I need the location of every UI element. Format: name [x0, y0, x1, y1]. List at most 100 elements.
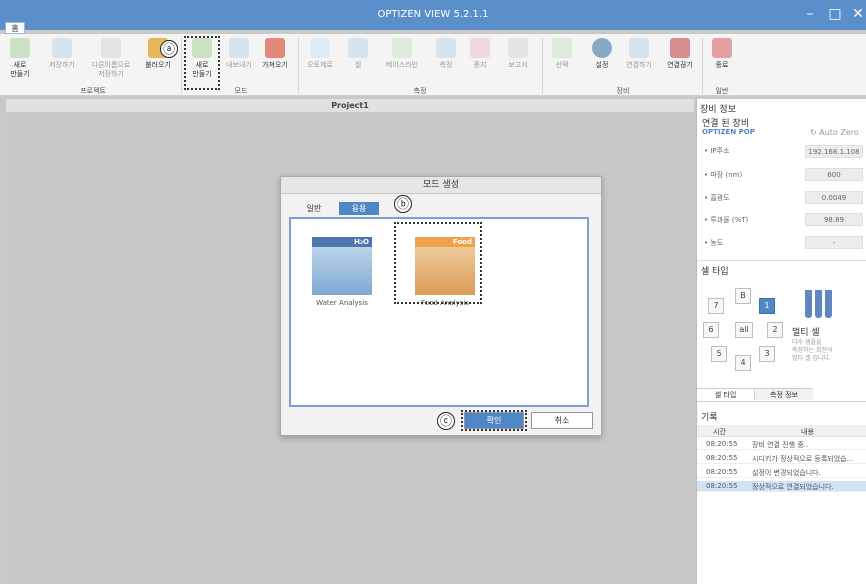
- cell-button-2[interactable]: 2: [767, 322, 783, 338]
- export-icon: [229, 38, 249, 58]
- multi-cell-icon: [805, 290, 835, 320]
- divider: [181, 38, 182, 94]
- absorbance-value: 0.0049: [805, 191, 863, 204]
- measure-button[interactable]: 측정: [432, 38, 460, 70]
- project-title: Project1: [6, 99, 694, 113]
- save-as-icon: [101, 38, 121, 58]
- disconnect-button[interactable]: 연결끊기: [662, 38, 698, 70]
- settings-button[interactable]: 설정: [590, 38, 614, 70]
- log-row[interactable]: 08:20:55 시디키가 정상적으로 등록되었습...: [697, 453, 866, 464]
- log-table-header: 시간 내용: [697, 425, 866, 437]
- tab-application[interactable]: 응용: [339, 202, 379, 215]
- exit-icon: [712, 38, 732, 58]
- globe-gear-icon: [592, 38, 612, 58]
- select-icon: [552, 38, 572, 58]
- divider: [298, 38, 299, 94]
- water-analysis-card[interactable]: H₂O Water Analysis: [297, 237, 387, 307]
- measure-icon: [436, 38, 456, 58]
- cell-button-1[interactable]: 1: [759, 298, 775, 314]
- dialog-title: 모드 생성: [281, 177, 601, 194]
- log-header: 기록: [701, 413, 718, 423]
- annotation-box-c: [461, 410, 527, 431]
- concentration-label: • 농도: [704, 239, 724, 247]
- close-icon[interactable]: ✕: [848, 4, 866, 24]
- cell-button-3[interactable]: 3: [759, 346, 775, 362]
- baseline-icon: [392, 38, 412, 58]
- cell-button-5[interactable]: 5: [711, 346, 727, 362]
- export-button[interactable]: 내보내기: [224, 38, 254, 70]
- multi-cell-title: 멀티 셀: [792, 328, 820, 338]
- group-general-label: 일반: [715, 87, 729, 95]
- wavelength-label: • 파장 (nm): [704, 171, 743, 179]
- group-device-label: 장비: [616, 87, 630, 95]
- log-row[interactable]: 08:20:55 장비 연결 진행 중..: [697, 439, 866, 450]
- report-icon: [508, 38, 528, 58]
- cell-button-4[interactable]: 4: [735, 355, 751, 371]
- cell-button[interactable]: 셀: [346, 38, 370, 70]
- exit-button[interactable]: 종료: [710, 38, 734, 70]
- log-row-selected[interactable]: 08:20:55 정상적으로 연결되었습니다.: [697, 481, 866, 492]
- annotation-c: ⓒ: [437, 412, 455, 430]
- transmittance-label: • 투과율 (%T): [704, 216, 749, 224]
- title-bar: OPTIZEN VIEW 5.2.1.1 – □ ✕: [0, 0, 866, 30]
- new-file-icon: [10, 38, 30, 58]
- autozero-icon: [310, 38, 330, 58]
- divider: [542, 38, 543, 94]
- log-col-time: 시간: [713, 428, 726, 436]
- disconnect-icon: [670, 38, 690, 58]
- report-button[interactable]: 보고서: [502, 38, 534, 70]
- cell-button-b[interactable]: B: [735, 288, 751, 304]
- cell-button-6[interactable]: 6: [703, 322, 719, 338]
- log-col-content: 내용: [801, 428, 814, 436]
- multi-cell-description: 다수 샘플을 측정하는 회전식 멀티 셀 입니다.: [792, 339, 833, 362]
- log-row[interactable]: 08:20:55 설정이 변경되었습니다.: [697, 467, 866, 478]
- tab-measure-info[interactable]: 측정 정보: [755, 388, 813, 400]
- tab-home[interactable]: 홈: [5, 22, 25, 34]
- maximize-icon[interactable]: □: [825, 4, 845, 24]
- auto-zero-button[interactable]: ↻ Auto Zero: [810, 128, 859, 137]
- import-button[interactable]: 가져오기: [260, 38, 290, 70]
- window-title: OPTIZEN VIEW 5.2.1.1: [377, 9, 489, 20]
- annotation-box-a: [184, 36, 220, 90]
- autozero-button[interactable]: 오토제로: [304, 38, 336, 70]
- absorbance-label: • 흡광도: [704, 194, 730, 202]
- select-button[interactable]: 선택: [550, 38, 574, 70]
- baseline-button[interactable]: 베이스라인: [380, 38, 424, 70]
- save-icon: [52, 38, 72, 58]
- connect-icon: [629, 38, 649, 58]
- water-analysis-label: Water Analysis: [316, 299, 368, 307]
- cell-button-7[interactable]: 7: [708, 298, 724, 314]
- divider: [697, 401, 866, 402]
- ip-value: 192.168.1.108: [805, 145, 863, 158]
- stop-button[interactable]: 중지: [468, 38, 492, 70]
- group-project-label: 프로젝트: [80, 87, 106, 95]
- import-icon: [265, 38, 285, 58]
- water-analysis-image: H₂O: [312, 237, 372, 295]
- wavelength-value: 600: [805, 168, 863, 181]
- connect-button[interactable]: 연결하기: [622, 38, 656, 70]
- save-button[interactable]: 저장하기: [48, 38, 76, 70]
- water-badge: H₂O: [312, 237, 372, 247]
- transmittance-value: 98.89: [805, 213, 863, 226]
- cell-type-header: 셀 타입: [701, 267, 729, 277]
- ribbon: 새로 만들기 저장하기 다른이름으로 저장하기 불러오기 새로 만들기 내보내기…: [0, 34, 866, 96]
- divider: [697, 260, 866, 261]
- tab-general[interactable]: 일반: [299, 202, 329, 215]
- annotation-b: ⓑ: [394, 195, 412, 213]
- ip-label: • IP주소: [704, 147, 730, 155]
- mode-create-dialog: 모드 생성 일반 응용 ⓑ H₂O Water Analysis Food Fo…: [280, 176, 602, 436]
- cancel-button[interactable]: 취소: [531, 412, 593, 429]
- annotation-box-food: [394, 222, 482, 304]
- right-panel: 장비 정보 연결 된 장비 OPTIZEN POP ↻ Auto Zero • …: [696, 99, 866, 584]
- new-project-button[interactable]: 새로 만들기: [8, 38, 32, 79]
- group-measure-label: 측정: [413, 87, 427, 95]
- annotation-a: ⓐ: [160, 40, 178, 58]
- device-info-header: 장비 정보: [700, 105, 736, 115]
- tab-cell-type[interactable]: 셀 타입: [697, 388, 755, 400]
- concentration-value: -: [805, 236, 863, 249]
- device-name: OPTIZEN POP: [702, 128, 755, 136]
- minimize-icon[interactable]: –: [800, 4, 820, 24]
- cell-button-all[interactable]: all: [735, 322, 753, 338]
- save-as-button[interactable]: 다른이름으로 저장하기: [88, 38, 134, 79]
- stop-icon: [470, 38, 490, 58]
